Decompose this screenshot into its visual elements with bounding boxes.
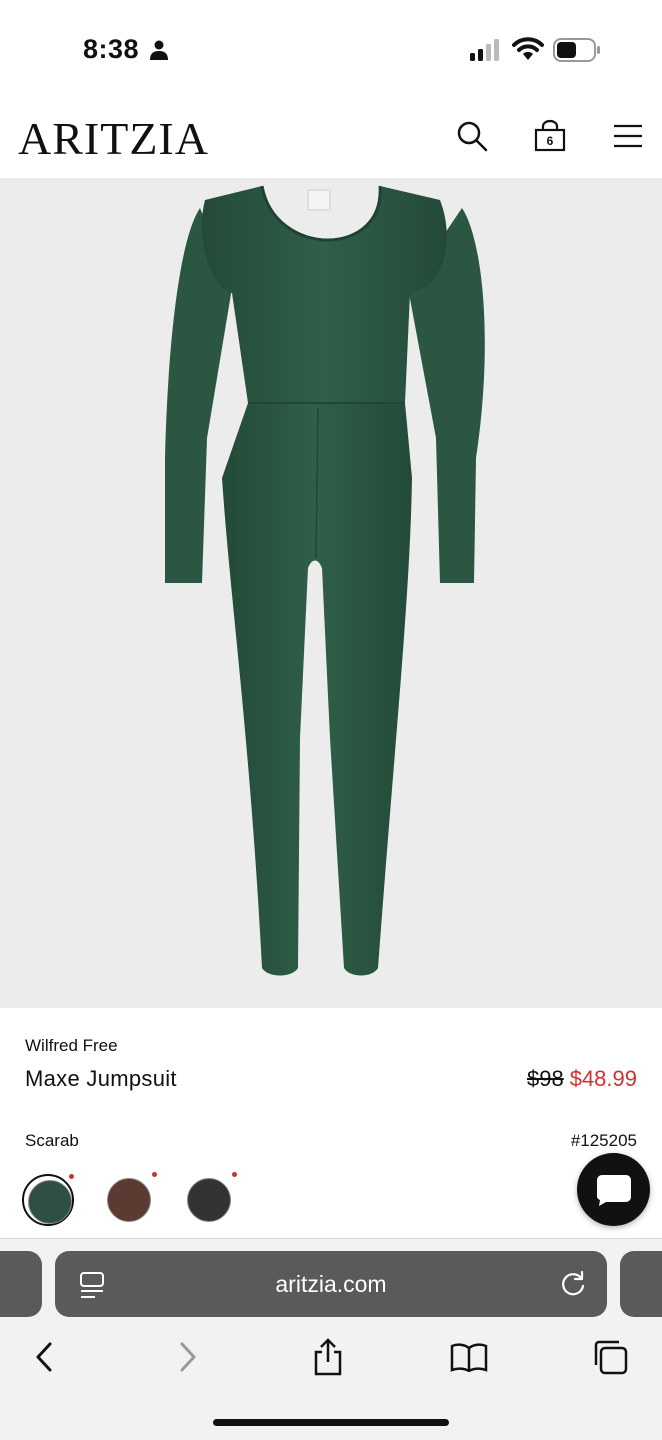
cellular-signal-icon	[470, 39, 499, 61]
status-bar: 8:38	[0, 0, 662, 100]
sale-dot	[152, 1172, 157, 1177]
browser-nav-row	[0, 1335, 662, 1379]
menu-button[interactable]	[608, 116, 648, 156]
sale-price: $48.99	[569, 1066, 637, 1091]
browser-toolbar: aritzia.com	[0, 1238, 662, 1440]
tabs-icon	[594, 1340, 628, 1375]
bag-count-badge: 6	[546, 134, 554, 148]
url-text: aritzia.com	[275, 1271, 387, 1297]
hamburger-menu-icon	[614, 124, 642, 148]
price: $98 $48.99	[527, 1066, 637, 1092]
color-swatch-scarab[interactable]	[22, 1174, 74, 1226]
bookmarks-button[interactable]	[447, 1335, 491, 1379]
previous-tab-preview[interactable]	[0, 1251, 42, 1317]
swatch-fill	[107, 1178, 151, 1222]
share-button[interactable]	[306, 1335, 350, 1379]
status-time: 8:38	[83, 34, 140, 64]
color-swatch-charcoal[interactable]	[183, 1172, 237, 1226]
sale-dot	[232, 1172, 237, 1177]
selected-color-name: Scarab	[25, 1131, 79, 1150]
address-bar[interactable]: aritzia.com	[55, 1251, 607, 1317]
swatch-fill	[28, 1180, 72, 1224]
shopping-bag-button[interactable]: 6	[530, 116, 570, 156]
chevron-right-icon	[180, 1342, 196, 1372]
battery-icon	[553, 38, 600, 62]
wifi-icon	[512, 37, 544, 60]
chevron-left-icon	[36, 1342, 52, 1372]
person-icon	[150, 40, 168, 60]
jumpsuit-image	[165, 185, 485, 976]
reload-icon[interactable]	[559, 1270, 587, 1298]
site-header: ARITZIA 6	[0, 100, 662, 178]
search-button[interactable]	[452, 116, 492, 156]
product-image[interactable]	[0, 178, 662, 1008]
sale-dot	[69, 1174, 74, 1179]
aritzia-logo[interactable]: ARITZIA	[18, 112, 209, 165]
next-tab-preview[interactable]	[620, 1251, 662, 1317]
chat-bubble-icon	[596, 1174, 631, 1206]
swatch-fill	[187, 1178, 231, 1222]
forward-button[interactable]	[166, 1335, 210, 1379]
product-sku: #125205	[570, 1131, 637, 1150]
product-brand[interactable]: Wilfred Free	[25, 1036, 118, 1056]
share-icon	[314, 1338, 342, 1376]
tabs-button[interactable]	[588, 1335, 632, 1379]
color-swatch-brown[interactable]	[103, 1172, 157, 1226]
search-icon	[457, 121, 488, 152]
book-icon	[450, 1343, 488, 1372]
chat-button[interactable]	[577, 1153, 650, 1226]
original-price: $98	[526, 1066, 564, 1091]
product-name: Maxe Jumpsuit	[25, 1066, 177, 1091]
back-button[interactable]	[22, 1335, 66, 1379]
home-indicator	[213, 1419, 449, 1426]
